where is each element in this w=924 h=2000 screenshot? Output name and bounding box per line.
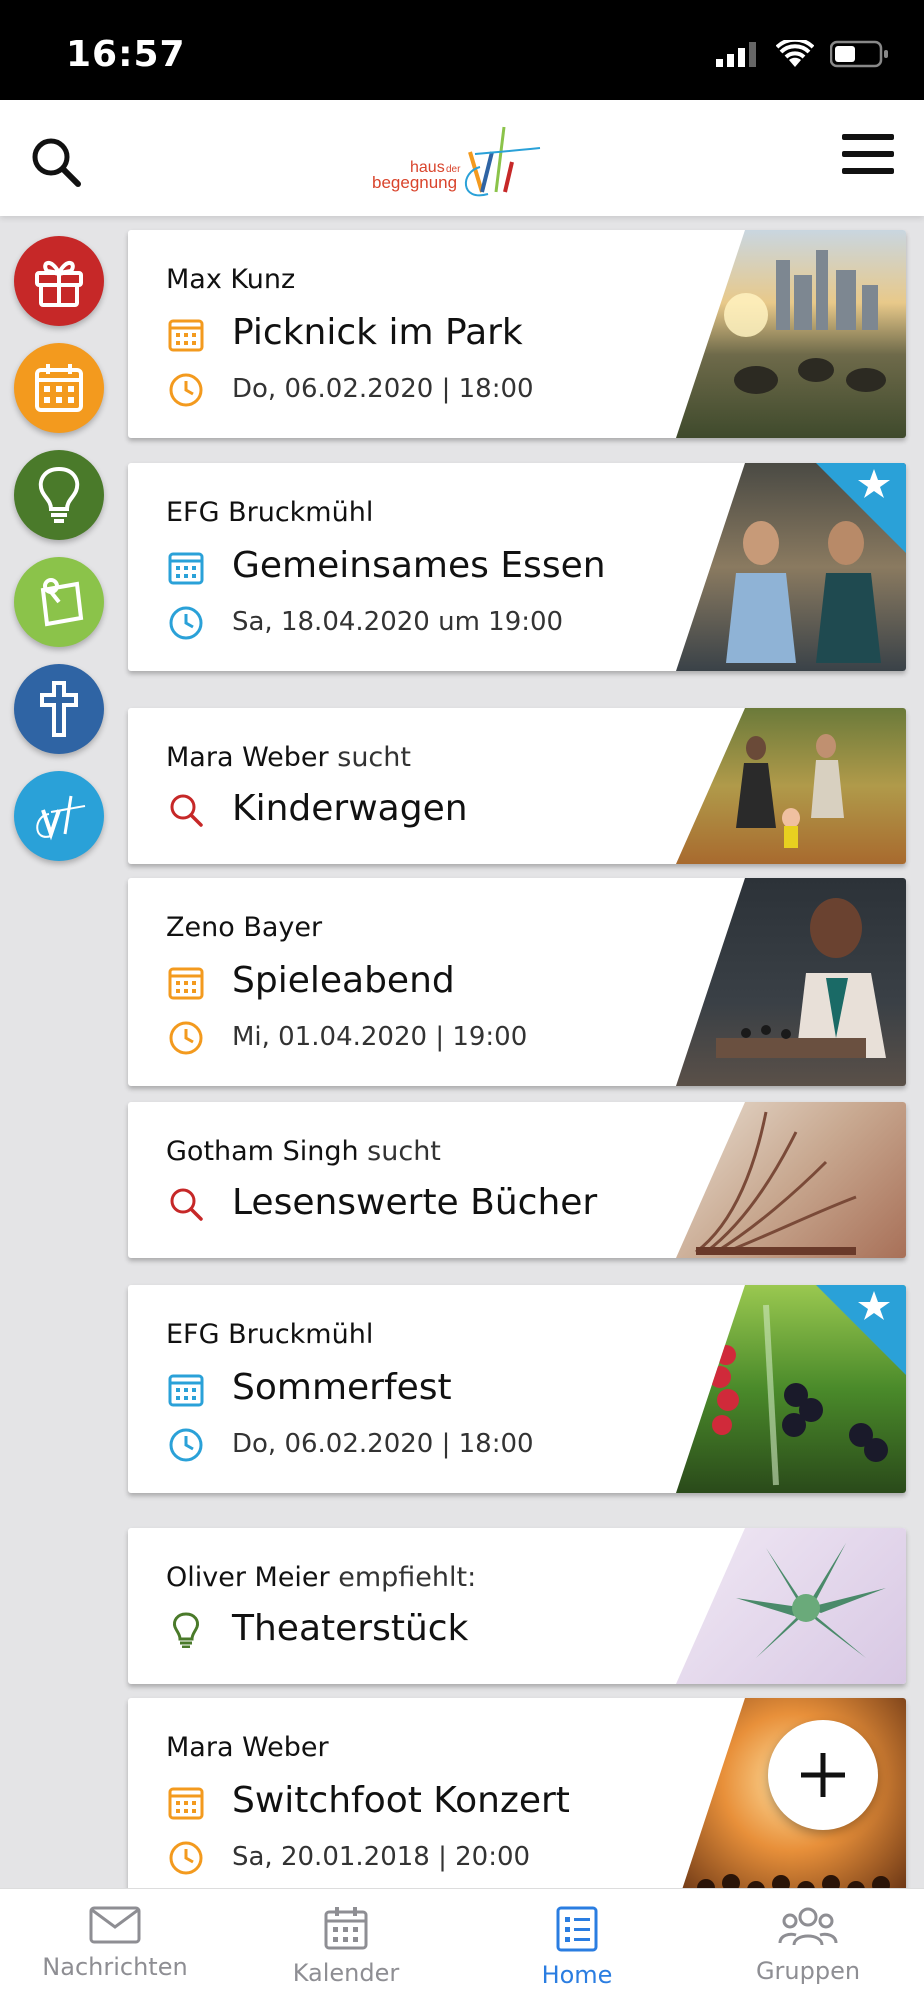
feed-card[interactable]: EFG Bruckmühl Gemeinsames Essen Sa, 18.0… <box>128 463 906 671</box>
card-title: Switchfoot Konzert <box>232 1780 570 1821</box>
tab-label: Home <box>541 1961 613 1989</box>
menu-button[interactable] <box>842 132 894 181</box>
clock-icon <box>169 1021 203 1055</box>
add-button[interactable] <box>768 1720 878 1830</box>
search-icon <box>170 1188 203 1221</box>
card-title: Spieleabend <box>232 960 455 1001</box>
card-author: Gotham Singh sucht <box>166 1136 441 1167</box>
calendar-icon <box>168 1787 204 1820</box>
card-title: Sommerfest <box>232 1367 452 1408</box>
clock-icon <box>169 373 203 407</box>
mail-icon <box>89 1906 141 1944</box>
rail-church-button[interactable] <box>14 664 104 754</box>
lightbulb-icon <box>38 466 80 523</box>
tab-label: Nachrichten <box>42 1953 188 1981</box>
rail-community-button[interactable] <box>14 771 104 861</box>
rail-gift-button[interactable] <box>14 236 104 326</box>
card-photo <box>676 1528 906 1684</box>
gift-icon <box>35 261 83 307</box>
calendar-icon <box>35 364 83 412</box>
battery-icon <box>830 40 888 68</box>
feed-card[interactable]: Max Kunz Picknick im Park Do, 06.02.2020… <box>128 230 906 438</box>
card-author: Zeno Bayer <box>166 912 323 943</box>
rail-board-button[interactable] <box>14 557 104 647</box>
tab-kalender[interactable]: Kalender <box>246 1905 446 1987</box>
calendar-icon <box>324 1907 368 1950</box>
hamburger-icon <box>842 134 894 174</box>
feed-card[interactable]: EFG Bruckmühl Sommerfest Do, 06.02.2020 … <box>128 1285 906 1493</box>
card-photo <box>676 1102 906 1258</box>
tab-label: Gruppen <box>755 1957 861 1985</box>
note-pin-icon <box>40 578 84 627</box>
card-author: EFG Bruckmühl <box>166 1319 374 1350</box>
wifi-icon <box>776 40 814 67</box>
clock-icon <box>169 1841 203 1875</box>
feed-card[interactable]: Oliver Meier empfiehlt: Theaterstück <box>128 1528 906 1684</box>
card-title: Picknick im Park <box>232 312 523 353</box>
tab-label: Kalender <box>292 1959 400 1987</box>
search-button[interactable] <box>30 136 82 193</box>
card-title: Gemeinsames Essen <box>232 545 606 586</box>
clock-icon <box>169 1428 203 1462</box>
feed-card[interactable]: Gotham Singh sucht Lesenswerte Bücher <box>128 1102 906 1258</box>
calendar-icon <box>168 1374 204 1407</box>
group-icon <box>778 1907 838 1946</box>
list-icon <box>556 1906 598 1952</box>
card-date: Mi, 01.04.2020 | 19:00 <box>232 1022 528 1052</box>
tab-gruppen[interactable]: Gruppen <box>708 1905 908 1985</box>
card-author: Mara Weber <box>166 1732 329 1763</box>
card-author: Oliver Meier empfiehlt: <box>166 1562 477 1593</box>
calendar-icon <box>168 319 204 352</box>
status-bar: 16:57 <box>0 0 924 100</box>
haus-der-begegnung-logo: haus der begegnung <box>372 126 541 197</box>
card-author: Max Kunz <box>166 264 296 295</box>
cross-icon <box>40 681 78 737</box>
card-author: Mara Weber sucht <box>166 742 411 773</box>
clock-icon <box>169 606 203 640</box>
search-icon <box>170 794 203 827</box>
bottom-tab-bar: Nachrichten Kalender Home Gruppen <box>0 1888 924 2000</box>
card-date: Do, 06.02.2020 | 18:00 <box>232 374 534 404</box>
card-date: Sa, 20.01.2018 | 20:00 <box>232 1842 531 1872</box>
card-title: Lesenswerte Bücher <box>232 1182 598 1223</box>
tab-home[interactable]: Home <box>477 1905 677 1989</box>
tab-nachrichten[interactable]: Nachrichten <box>15 1905 215 1981</box>
featured-ribbon <box>816 1285 906 1375</box>
vf-logo-icon <box>36 795 86 841</box>
card-date: Sa, 18.04.2020 um 19:00 <box>232 607 564 637</box>
status-time: 16:57 <box>66 34 186 75</box>
search-icon <box>32 138 81 187</box>
card-title: Kinderwagen <box>232 788 468 829</box>
card-photo <box>676 878 906 1086</box>
calendar-icon <box>168 552 204 585</box>
rail-tips-button[interactable] <box>14 450 104 540</box>
feed-card[interactable]: Zeno Bayer Spieleabend Mi, 01.04.2020 | … <box>128 878 906 1086</box>
lightbulb-icon <box>173 1612 199 1648</box>
calendar-icon <box>168 967 204 1000</box>
card-date: Do, 06.02.2020 | 18:00 <box>232 1429 534 1459</box>
app-header: haus der begegnung <box>0 100 924 216</box>
card-author: EFG Bruckmühl <box>166 497 374 528</box>
card-photo <box>676 230 906 438</box>
card-photo <box>676 708 906 864</box>
featured-ribbon <box>816 463 906 553</box>
app-logo: haus der begegnung <box>370 122 555 202</box>
feed-card[interactable]: Mara Weber sucht Kinderwagen <box>128 708 906 864</box>
card-title: Theaterstück <box>232 1608 469 1649</box>
rail-calendar-button[interactable] <box>14 343 104 433</box>
signal-icon <box>716 42 756 67</box>
plus-icon <box>801 1753 845 1797</box>
status-icons <box>716 40 890 68</box>
logo-line2: begegnung <box>372 173 457 192</box>
